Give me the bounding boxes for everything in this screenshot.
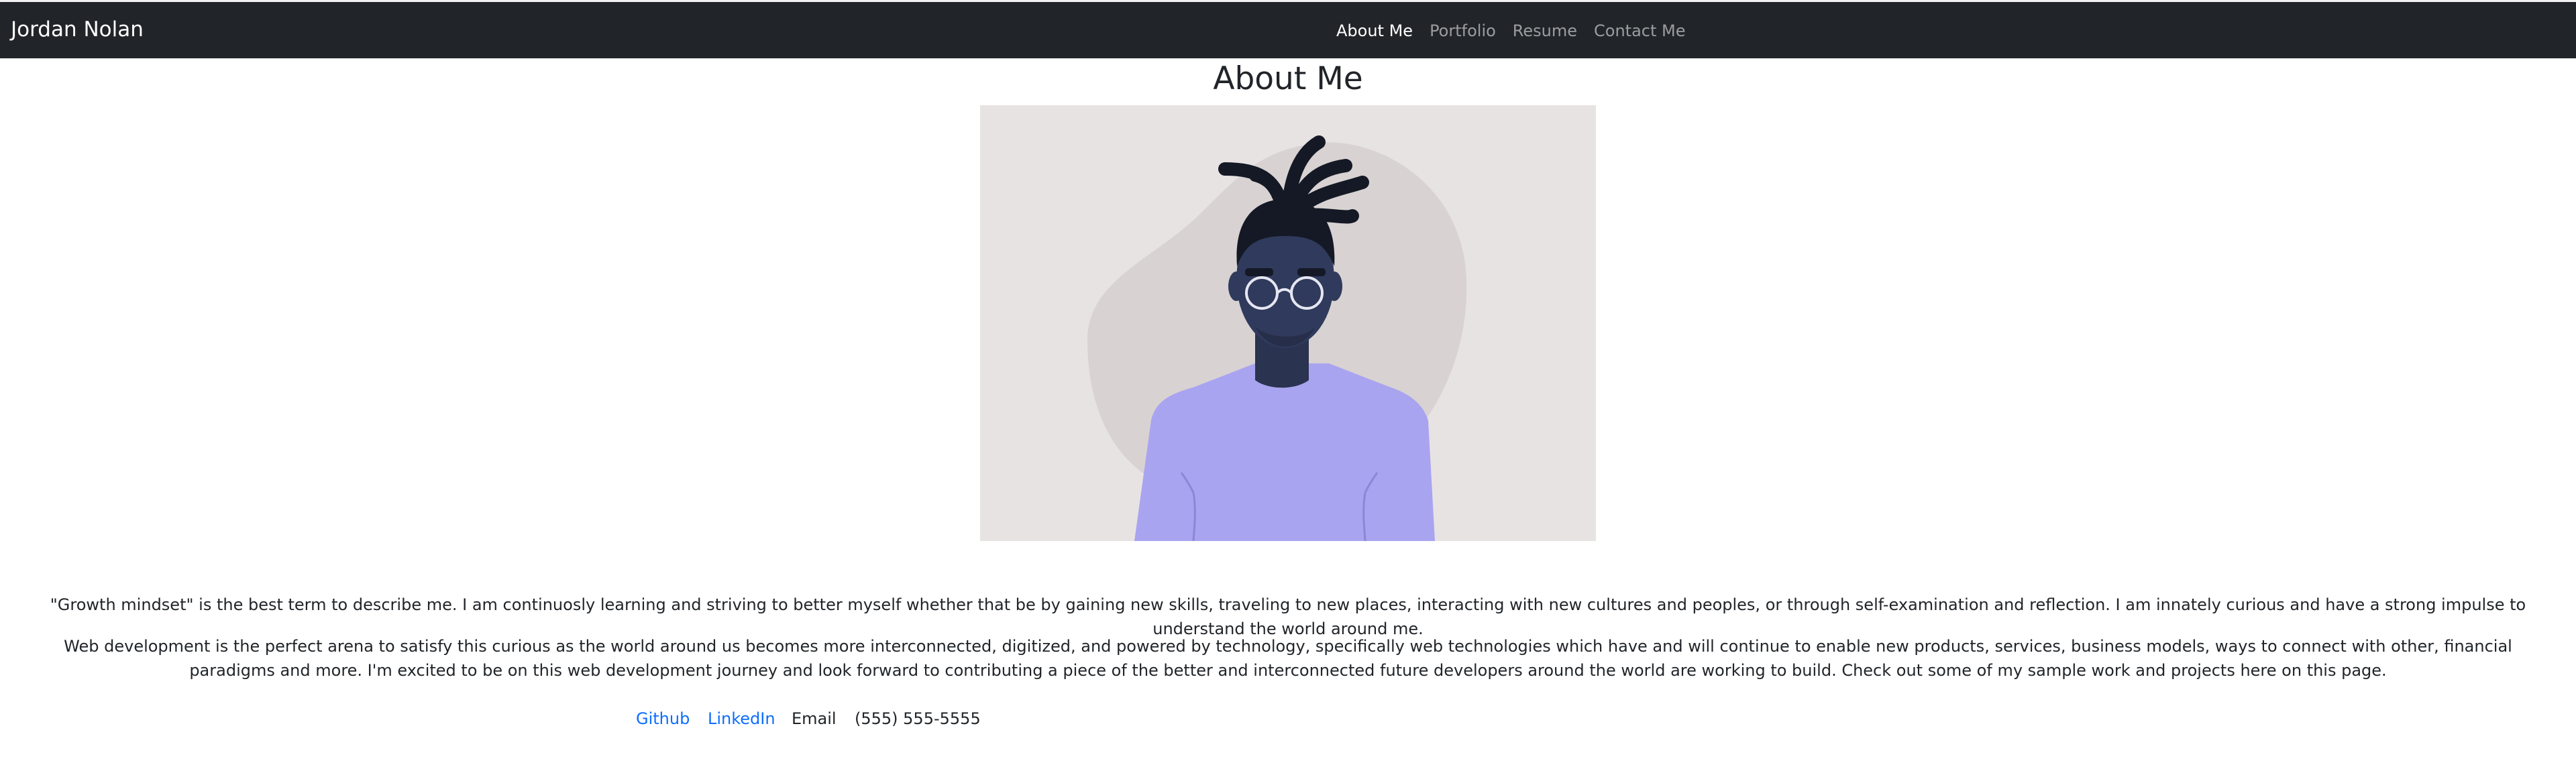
nav-link-resume[interactable]: Resume bbox=[1513, 20, 1577, 42]
portrait-illustration bbox=[980, 105, 1596, 541]
navbar: Jordan Nolan About Me Portfolio Resume C… bbox=[0, 0, 2576, 58]
nav-link-portfolio[interactable]: Portfolio bbox=[1430, 20, 1496, 42]
github-link[interactable]: Github bbox=[636, 707, 690, 731]
nav-link-contact-me[interactable]: Contact Me bbox=[1594, 20, 1685, 42]
nav-link-about-me[interactable]: About Me bbox=[1336, 20, 1413, 42]
navbar-brand[interactable]: Jordan Nolan bbox=[11, 17, 144, 42]
page-title: About Me bbox=[1213, 60, 1363, 97]
email-label: Email bbox=[792, 709, 837, 728]
bio-paragraph-2: Web development is the perfect arena to … bbox=[64, 637, 2512, 680]
nav-links: About Me Portfolio Resume Contact Me bbox=[1336, 20, 1686, 42]
phone-number: (555) 555-5555 bbox=[855, 709, 981, 728]
linkedin-link[interactable]: LinkedIn bbox=[708, 707, 775, 731]
